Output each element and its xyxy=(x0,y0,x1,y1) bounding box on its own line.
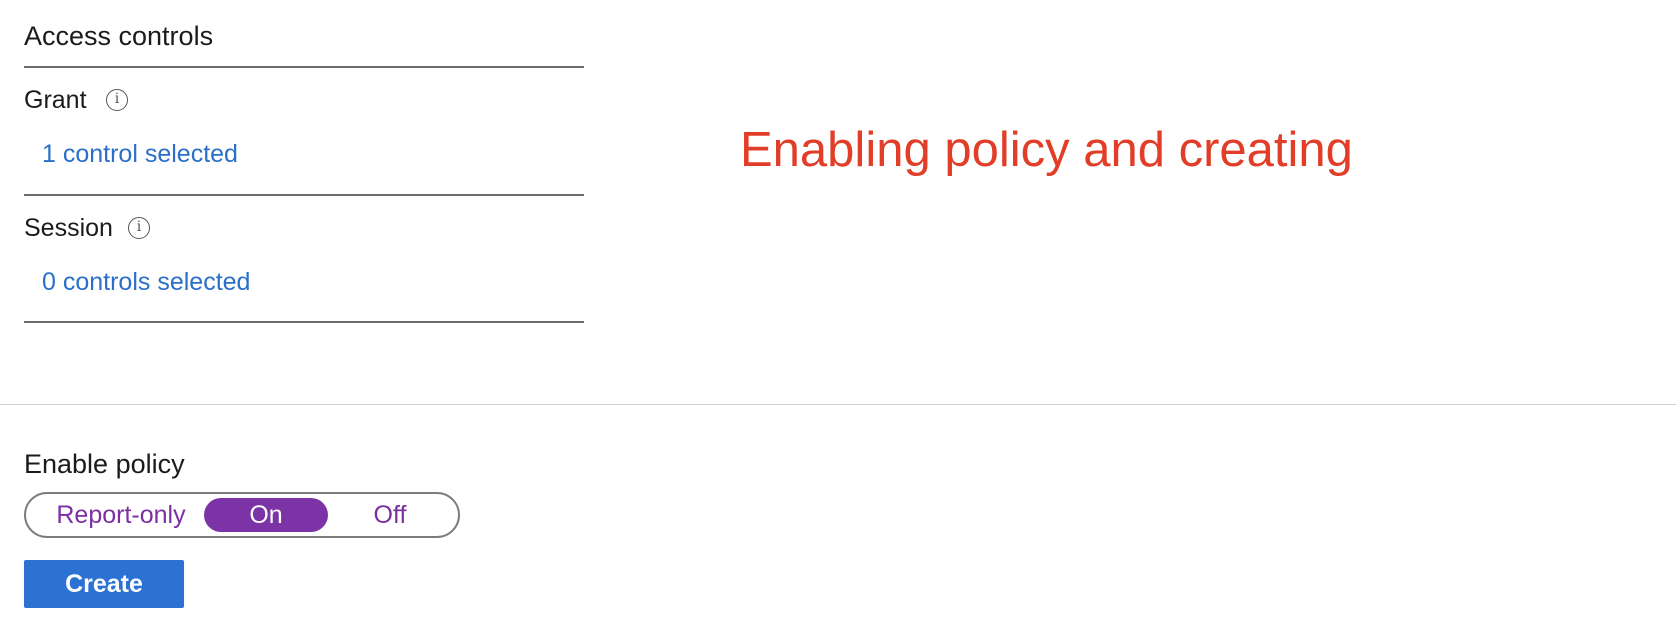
toggle-option-off[interactable]: Off xyxy=(340,498,440,532)
divider xyxy=(24,66,584,68)
enable-policy-toggle: Report-only On Off xyxy=(24,492,460,538)
session-controls-link[interactable]: 0 controls selected xyxy=(42,265,250,299)
create-button[interactable]: Create xyxy=(24,560,184,608)
grant-controls-link[interactable]: 1 control selected xyxy=(42,137,238,171)
info-icon[interactable]: i xyxy=(106,89,128,111)
annotation-text: Enabling policy and creating xyxy=(740,123,1353,177)
section-divider xyxy=(0,404,1676,405)
grant-label: Grant xyxy=(24,86,87,114)
session-label: Session xyxy=(24,214,113,242)
toggle-option-report-only[interactable]: Report-only xyxy=(36,498,206,532)
divider xyxy=(24,321,584,323)
enable-policy-label: Enable policy xyxy=(24,449,185,479)
info-icon[interactable]: i xyxy=(128,217,150,239)
toggle-option-on[interactable]: On xyxy=(204,498,328,532)
divider xyxy=(24,194,584,196)
access-controls-title: Access controls xyxy=(24,21,214,51)
